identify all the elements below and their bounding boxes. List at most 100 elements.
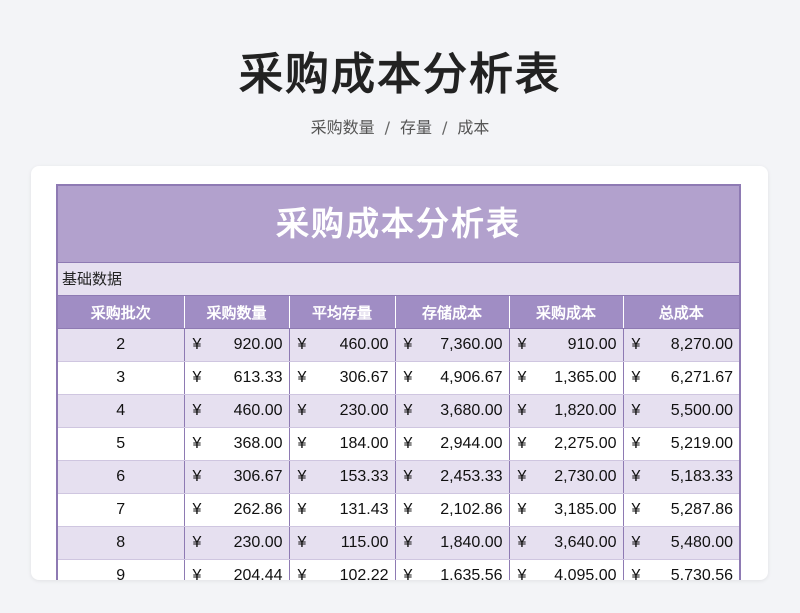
currency-symbol: ¥ (297, 534, 307, 551)
cell-value: 2,730.00 (554, 468, 617, 485)
quantity-cell[interactable]: ¥613.33 (184, 361, 290, 395)
total-cost-cell[interactable]: ¥5,500.00 (623, 394, 739, 428)
batch-cell[interactable]: 6 (58, 460, 185, 494)
quantity-cell[interactable]: ¥368.00 (184, 427, 290, 461)
cell-value: 4,906.67 (440, 369, 503, 386)
cell-value: 153.33 (339, 468, 389, 485)
batch-cell[interactable]: 9 (58, 559, 185, 580)
storage-cost-cell[interactable]: ¥2,944.00 (395, 427, 510, 461)
purchase-cost-cell[interactable]: ¥910.00 (509, 328, 624, 362)
purchase-cost-cell[interactable]: ¥1,820.00 (509, 394, 624, 428)
table-row: 7 ¥262.86 ¥131.43 ¥2,102.86 ¥3,185.00 ¥5,287.… (58, 493, 739, 527)
avg-stock-cell[interactable]: ¥460.00 (289, 328, 396, 362)
subtitle-separator: / (442, 118, 448, 137)
currency-symbol: ¥ (192, 369, 202, 386)
currency-symbol: ¥ (631, 468, 641, 485)
cell-value: 5,730.56 (670, 567, 733, 580)
currency-symbol: ¥ (631, 435, 641, 452)
currency-symbol: ¥ (297, 402, 307, 419)
total-cost-cell[interactable]: ¥5,219.00 (623, 427, 739, 461)
cell-value: 5,183.33 (670, 468, 733, 485)
quantity-cell[interactable]: ¥262.86 (184, 493, 290, 527)
currency-symbol: ¥ (631, 369, 641, 386)
currency-symbol: ¥ (192, 435, 202, 452)
cell-value: 2,453.33 (440, 468, 503, 485)
avg-stock-cell[interactable]: ¥102.22 (289, 559, 396, 580)
quantity-cell[interactable]: ¥460.00 (184, 394, 290, 428)
quantity-cell[interactable]: ¥306.67 (184, 460, 290, 494)
batch-cell[interactable]: 4 (58, 394, 185, 428)
cell-value: 7,360.00 (440, 336, 503, 353)
avg-stock-cell[interactable]: ¥306.67 (289, 361, 396, 395)
currency-symbol: ¥ (517, 468, 527, 485)
batch-cell[interactable]: 8 (58, 526, 185, 560)
storage-cost-cell[interactable]: ¥2,453.33 (395, 460, 510, 494)
column-header-quantity[interactable]: 采购数量 (184, 296, 290, 329)
batch-cell[interactable]: 2 (58, 328, 185, 362)
quantity-cell[interactable]: ¥230.00 (184, 526, 290, 560)
purchase-cost-cell[interactable]: ¥2,730.00 (509, 460, 624, 494)
storage-cost-cell[interactable]: ¥2,102.86 (395, 493, 510, 527)
purchase-cost-cell[interactable]: ¥4,095.00 (509, 559, 624, 580)
total-cost-cell[interactable]: ¥5,730.56 (623, 559, 739, 580)
avg-stock-cell[interactable]: ¥131.43 (289, 493, 396, 527)
column-header-purchase-cost[interactable]: 采购成本 (509, 296, 624, 329)
subtitle-separator: / (384, 118, 390, 137)
storage-cost-cell[interactable]: ¥7,360.00 (395, 328, 510, 362)
total-cost-cell[interactable]: ¥6,271.67 (623, 361, 739, 395)
storage-cost-cell[interactable]: ¥1,840.00 (395, 526, 510, 560)
column-header-storage-cost[interactable]: 存储成本 (395, 296, 510, 329)
cell-value: 204.44 (233, 567, 283, 580)
cell-value: 115.00 (340, 534, 389, 551)
column-header-batch[interactable]: 采购批次 (58, 296, 185, 329)
storage-cost-cell[interactable]: ¥4,906.67 (395, 361, 510, 395)
purchase-cost-cell[interactable]: ¥2,275.00 (509, 427, 624, 461)
table-row: 4 ¥460.00 ¥230.00 ¥3,680.00 ¥1,820.00 ¥5,500.… (58, 394, 739, 428)
subtitle-item-cost: 成本 (457, 118, 490, 137)
total-cost-cell[interactable]: ¥5,480.00 (623, 526, 739, 560)
avg-stock-cell[interactable]: ¥230.00 (289, 394, 396, 428)
purchase-cost-cell[interactable]: ¥1,365.00 (509, 361, 624, 395)
total-cost-cell[interactable]: ¥8,270.00 (623, 328, 739, 362)
cell-value: 6,271.67 (670, 369, 733, 386)
cell-value: 920.00 (233, 336, 283, 353)
cell-value: 230.00 (233, 534, 283, 551)
cell-value: 3,640.00 (554, 534, 617, 551)
currency-symbol: ¥ (631, 567, 641, 580)
cell-value: 1,635.56 (440, 567, 503, 580)
table-row: 5 ¥368.00 ¥184.00 ¥2,944.00 ¥2,275.00 ¥5,219.… (58, 427, 739, 461)
storage-cost-cell[interactable]: ¥3,680.00 (395, 394, 510, 428)
cost-table: 采购批次 采购数量 平均存量 存储成本 采购成本 总成本 2 ¥920.00 ¥46… (58, 296, 739, 580)
cell-value: 368.00 (233, 435, 283, 452)
batch-cell[interactable]: 7 (58, 493, 185, 527)
page: 采购成本分析表 采购数量 / 存量 / 成本 采购成本分析表 基础数据 采购批次 (0, 0, 800, 613)
cell-value: 613.33 (233, 369, 283, 386)
quantity-cell[interactable]: ¥920.00 (184, 328, 290, 362)
avg-stock-cell[interactable]: ¥115.00 (289, 526, 396, 560)
currency-symbol: ¥ (517, 435, 527, 452)
cell-value: 1,840.00 (440, 534, 503, 551)
page-title: 采购成本分析表 (239, 49, 561, 100)
storage-cost-cell[interactable]: ¥1,635.56 (395, 559, 510, 580)
avg-stock-cell[interactable]: ¥153.33 (289, 460, 396, 494)
purchase-cost-cell[interactable]: ¥3,185.00 (509, 493, 624, 527)
currency-symbol: ¥ (517, 501, 527, 518)
cell-value: 460.00 (233, 402, 283, 419)
total-cost-cell[interactable]: ¥5,183.33 (623, 460, 739, 494)
cell-value: 102.22 (339, 567, 389, 580)
batch-cell[interactable]: 3 (58, 361, 185, 395)
total-cost-cell[interactable]: ¥5,287.86 (623, 493, 739, 527)
currency-symbol: ¥ (192, 402, 202, 419)
avg-stock-cell[interactable]: ¥184.00 (289, 427, 396, 461)
batch-cell[interactable]: 5 (58, 427, 185, 461)
currency-symbol: ¥ (192, 468, 202, 485)
currency-symbol: ¥ (403, 369, 413, 386)
cell-value: 1,820.00 (554, 402, 617, 419)
purchase-cost-cell[interactable]: ¥3,640.00 (509, 526, 624, 560)
currency-symbol: ¥ (192, 501, 202, 518)
cell-value: 460.00 (339, 336, 389, 353)
quantity-cell[interactable]: ¥204.44 (184, 559, 290, 580)
column-header-avg-stock[interactable]: 平均存量 (289, 296, 396, 329)
column-header-total-cost[interactable]: 总成本 (623, 296, 739, 329)
table-header-row: 采购批次 采购数量 平均存量 存储成本 采购成本 总成本 (58, 296, 739, 329)
